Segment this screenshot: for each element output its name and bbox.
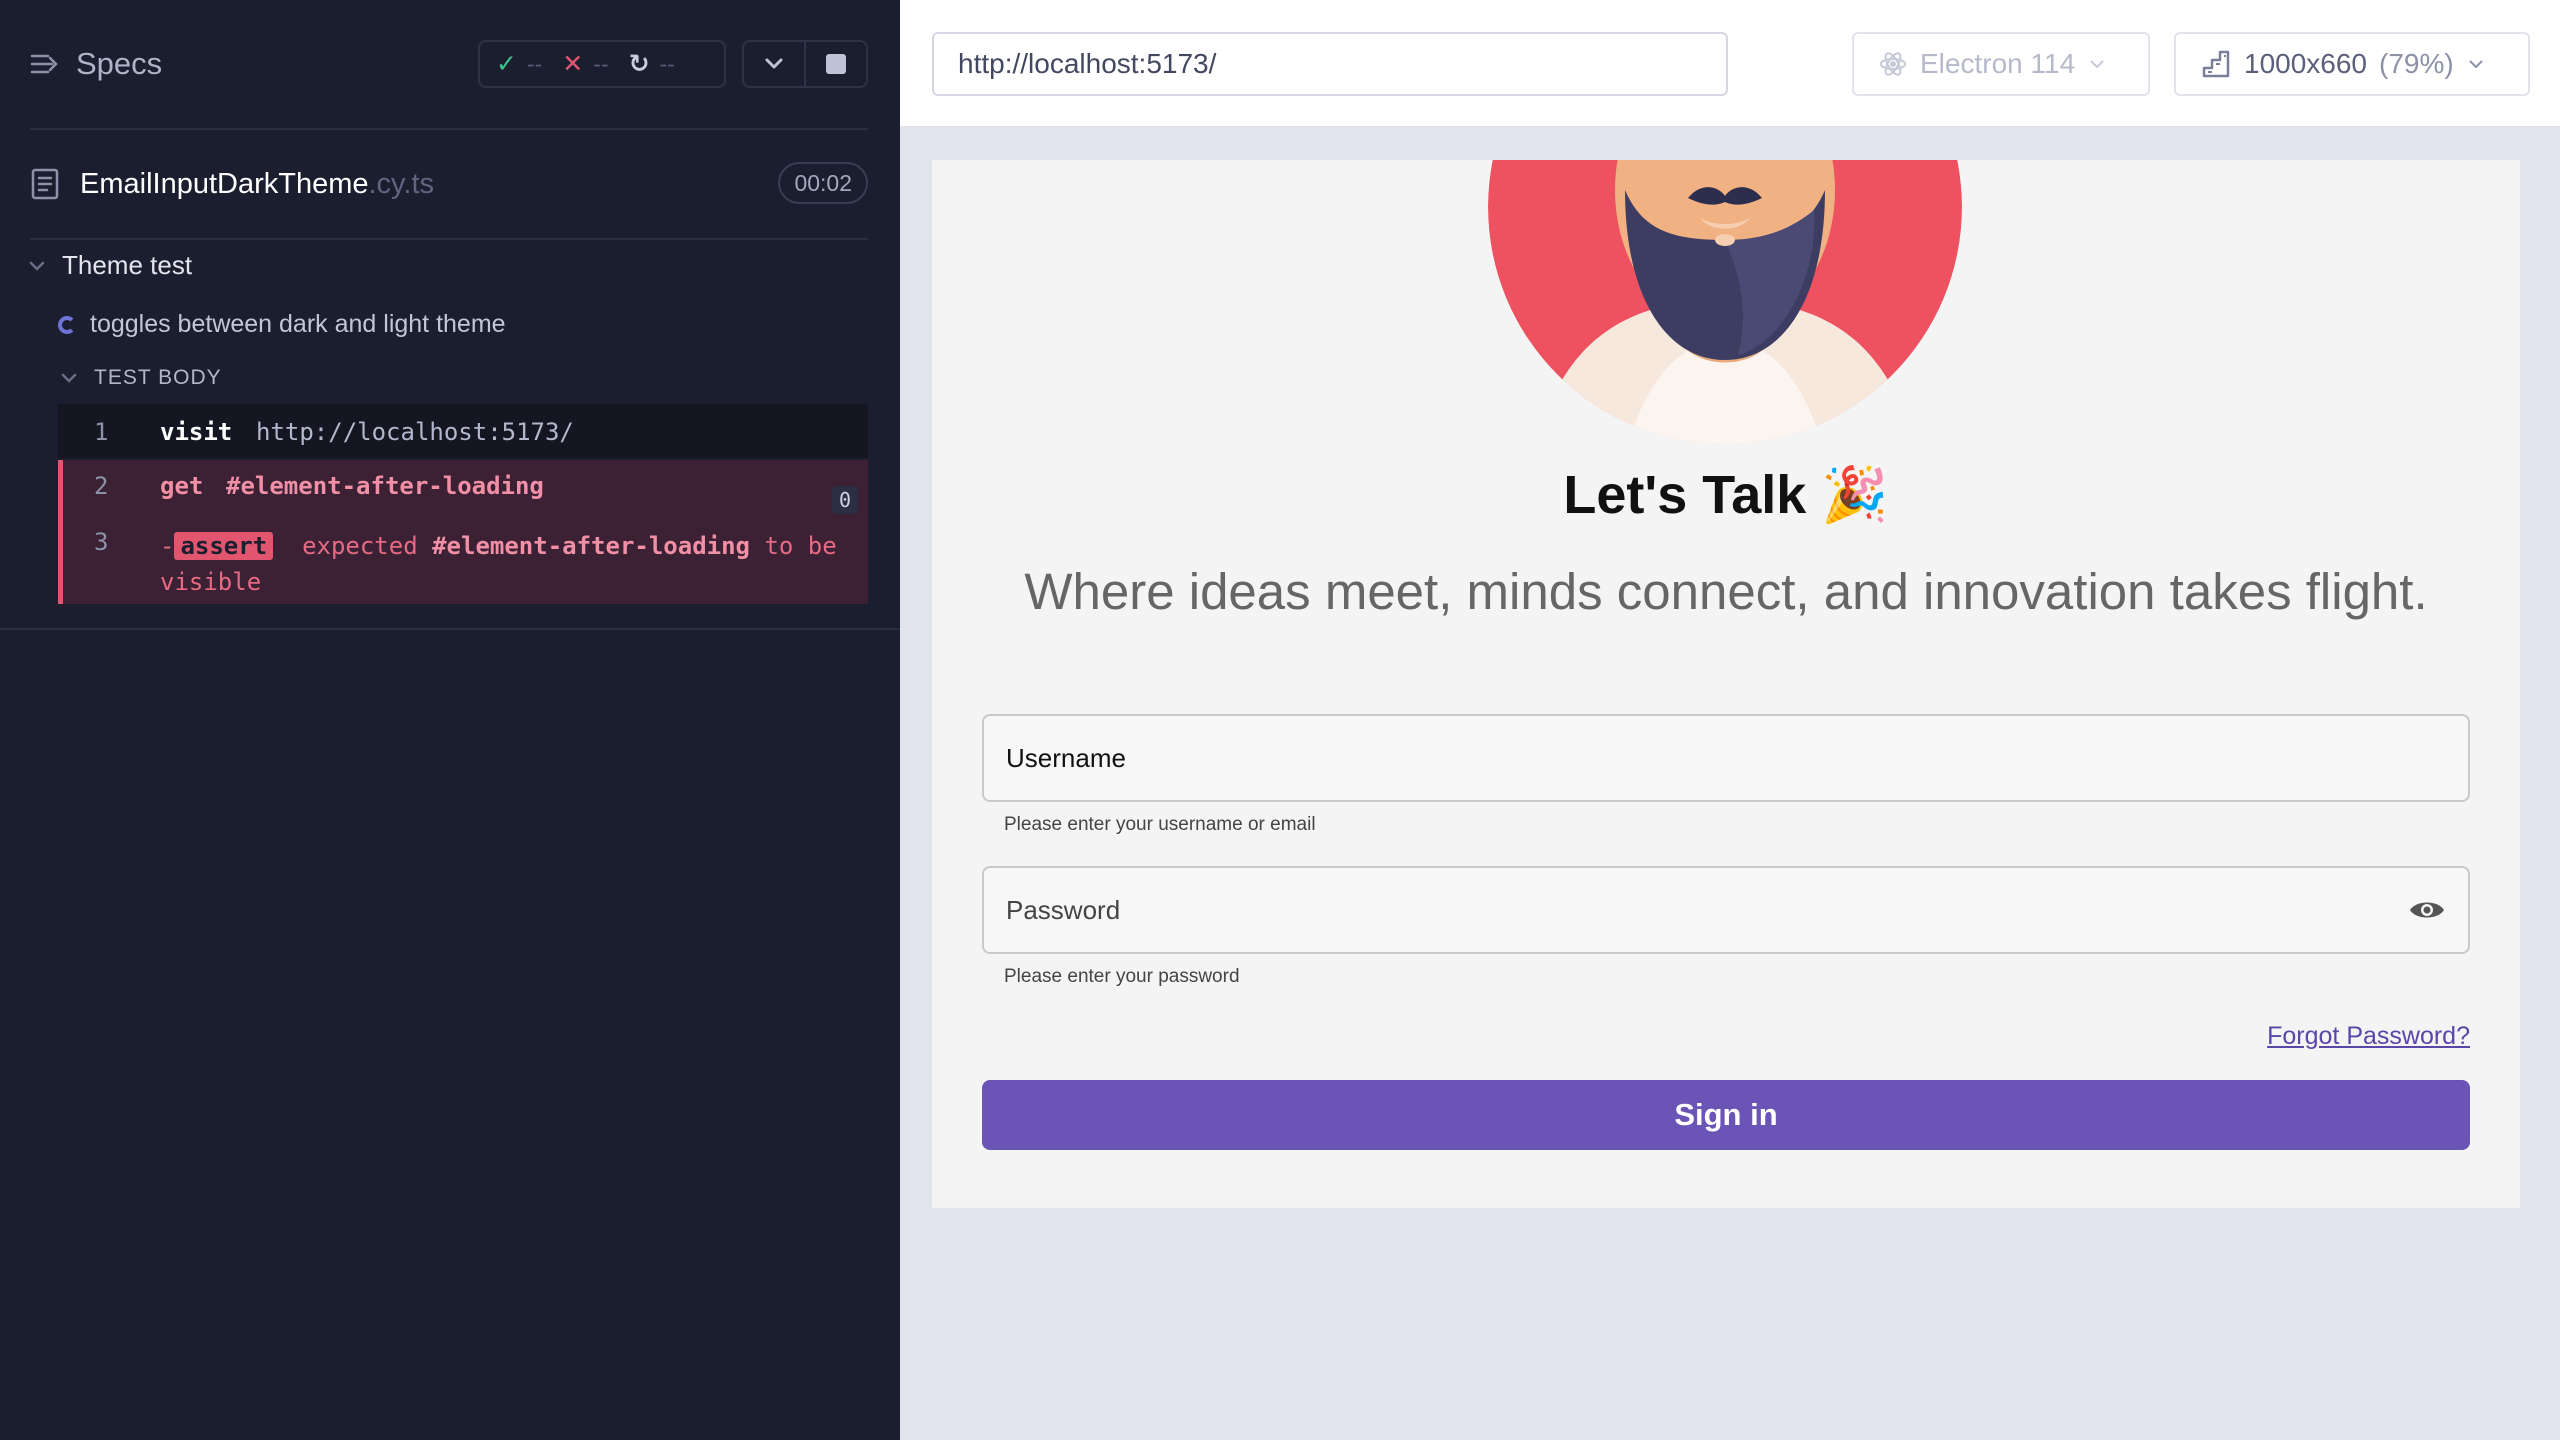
pending-stat: ↻ --: [629, 49, 675, 79]
passed-stat: ✓ --: [496, 49, 542, 79]
viewport-size: 1000x660: [2244, 48, 2368, 79]
chevron-down-icon: [2469, 60, 2483, 69]
viewport-scale: (79%): [2379, 48, 2454, 79]
assert-selector: #element-after-loading: [432, 532, 750, 560]
username-input[interactable]: Username: [982, 714, 2470, 802]
password-helper-text: Please enter your password: [1004, 966, 1240, 987]
stop-icon: [826, 54, 846, 74]
chevron-down-icon: [2090, 60, 2104, 69]
document-icon: [31, 168, 59, 200]
specs-toggle-button[interactable]: Specs: [30, 46, 162, 82]
url-bar[interactable]: http://localhost:5173/: [932, 32, 1728, 96]
page-heading: Let's Talk 🎉: [1563, 465, 1889, 525]
forgot-password-link[interactable]: Forgot Password?: [2267, 1022, 2470, 1051]
aut-header: http://localhost:5173/ Electron 114 1000…: [900, 0, 2560, 128]
specs-label: Specs: [76, 46, 163, 81]
reporter-panel: Specs ✓ -- ✕ -- ↻ -- EmailInputDarkTheme…: [0, 0, 900, 1440]
spec-file-ext: .cy.ts: [368, 167, 435, 200]
command-row[interactable]: 1 visit http://localhost:5173/: [58, 404, 868, 458]
test-stats: ✓ -- ✕ -- ↻ --: [478, 40, 726, 88]
chevron-down-icon: [29, 261, 45, 271]
suite-title: Theme test: [62, 250, 193, 280]
avatar-illustration: [1488, 160, 1962, 444]
command-number: 2: [94, 472, 109, 500]
element-count-badge: 0: [831, 486, 858, 514]
suite-title-row[interactable]: Theme test: [28, 250, 192, 281]
stop-button[interactable]: [804, 42, 866, 86]
command-arg: http://localhost:5173/: [256, 418, 574, 446]
spec-file-name: EmailInputDarkTheme: [80, 167, 369, 200]
bearded-man-avatar: [1488, 160, 1962, 444]
electron-icon: [1880, 52, 1906, 76]
test-body-toggle[interactable]: TEST BODY: [60, 366, 222, 390]
divider: [30, 128, 868, 130]
failed-command-block: 2 get #element-after-loading 0 3 - assert…: [58, 460, 868, 604]
failed-stat: ✕ --: [562, 49, 608, 79]
command-number: 3: [94, 528, 109, 556]
command-name: get: [160, 472, 204, 500]
username-helper-text: Please enter your username or email: [1004, 814, 1316, 835]
spec-duration: 00:02: [778, 162, 868, 204]
sign-in-button[interactable]: Sign in: [982, 1080, 2470, 1150]
chevron-down-icon: [61, 373, 77, 383]
assert-text-pre: expected: [302, 532, 418, 560]
password-input[interactable]: Password: [982, 866, 2470, 954]
reporter-header: Specs ✓ -- ✕ -- ↻ --: [0, 0, 900, 130]
assert-badge: assert: [174, 532, 274, 560]
command-arg: #element-after-loading: [226, 472, 544, 500]
password-label: Password: [1006, 894, 1121, 925]
check-icon: ✓: [496, 50, 517, 78]
browser-selector[interactable]: Electron 114: [1852, 32, 2150, 96]
assert-prefix: -: [160, 532, 175, 560]
spec-file-row[interactable]: EmailInputDarkTheme .cy.ts 00:02: [30, 160, 868, 208]
assert-message: - assert expected #element-after-loading …: [160, 528, 860, 600]
run-controls: [742, 40, 868, 88]
command-number: 1: [94, 418, 109, 446]
command-name: visit: [160, 418, 233, 446]
test-title: toggles between dark and light theme: [90, 310, 506, 338]
failed-count: --: [593, 50, 609, 77]
specs-list-icon: [30, 54, 58, 74]
viewport-selector[interactable]: 1000x660 (79%): [2174, 32, 2530, 96]
x-icon: ✕: [562, 50, 584, 78]
username-label: Username: [1006, 742, 1126, 773]
page-subheading: Where ideas meet, minds connect, and inn…: [1024, 563, 2428, 620]
test-title-row[interactable]: toggles between dark and light theme: [58, 310, 506, 339]
test-body-label: TEST BODY: [94, 366, 222, 389]
eye-icon[interactable]: [2408, 897, 2446, 923]
pending-icon: ↻: [628, 50, 650, 78]
chevron-down-icon: [765, 58, 783, 69]
aut-panel: http://localhost:5173/ Electron 114 1000…: [900, 0, 2560, 1440]
app-viewport: Let's Talk 🎉 Where ideas meet, minds con…: [932, 160, 2520, 1208]
pending-count: --: [659, 50, 675, 77]
collapse-button[interactable]: [744, 42, 804, 86]
divider: [30, 238, 868, 240]
passed-count: --: [526, 50, 543, 77]
browser-name: Electron 114: [1920, 48, 2076, 79]
running-icon: [58, 315, 76, 334]
ruler-icon: [2202, 50, 2230, 78]
divider: [0, 628, 900, 630]
